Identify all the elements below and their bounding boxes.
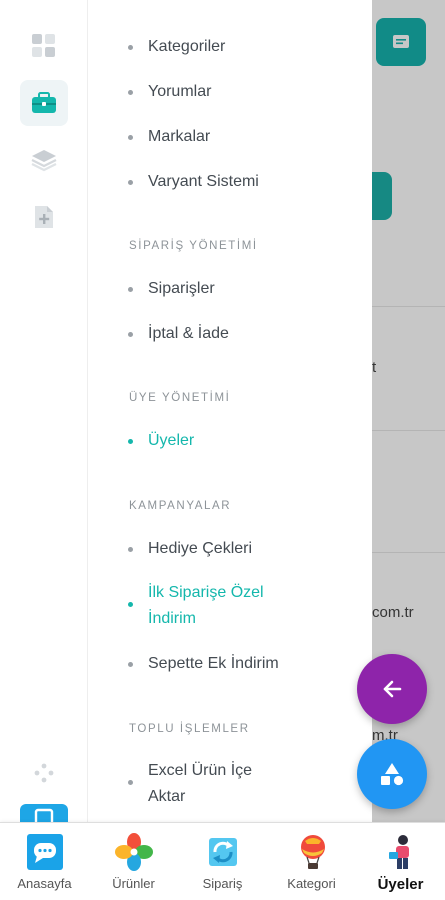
menu-item-label: Sepette Ek İndirim — [148, 655, 279, 672]
bullet-icon — [128, 90, 133, 95]
bullet-icon — [128, 332, 133, 337]
rail-item-add-page[interactable] — [20, 194, 68, 240]
layers-icon — [31, 150, 57, 172]
menu-item-sepette-ek-indirim[interactable]: Sepette Ek İndirim — [128, 651, 368, 677]
menu-item-label: İptal & İade — [148, 325, 229, 342]
nav-tab-label: Kategori — [287, 876, 336, 891]
bullet-icon — [128, 662, 133, 667]
shapes-icon — [381, 763, 404, 786]
menu-item-label: Excel Ürün İçe Aktar — [148, 758, 252, 810]
refresh-box-icon — [203, 832, 243, 872]
briefcase-icon — [32, 92, 56, 113]
menu-item-label-line: Aktar — [148, 788, 186, 805]
menu-item-kategoriler[interactable]: Kategoriler — [128, 34, 368, 60]
bullet-icon — [128, 602, 133, 607]
menu-item-label-line: İndirim — [148, 610, 197, 627]
bottom-navigation: Anasayfa Ürünler Sipariş Kategori Üyeler — [0, 822, 445, 900]
bullet-icon — [128, 45, 133, 50]
nav-tab-siparis[interactable]: Sipariş — [178, 823, 267, 900]
bullet-icon — [128, 439, 133, 444]
home-chat-icon — [25, 832, 65, 872]
section-title-siparis: SİPARİŞ YÖNETİMİ — [129, 240, 258, 252]
hot-air-balloon-icon — [292, 832, 332, 872]
shapes-fab-button[interactable] — [357, 739, 427, 809]
icon-rail — [0, 0, 88, 830]
section-title-uye: ÜYE YÖNETİMİ — [129, 392, 231, 404]
rail-item-settings[interactable] — [20, 750, 68, 796]
menu-item-label: Markalar — [148, 128, 211, 145]
arrow-left-icon — [383, 680, 402, 698]
menu-item-label: Varyant Sistemi — [148, 173, 259, 190]
nav-tab-urunler[interactable]: Ürünler — [89, 823, 178, 900]
bullet-icon — [128, 135, 133, 140]
menu-item-excel-urun-ice-aktar[interactable]: Excel Ürün İçe Aktar — [128, 758, 368, 810]
menu-item-markalar[interactable]: Markalar — [128, 124, 368, 150]
menu-item-varyant-sistemi[interactable]: Varyant Sistemi — [128, 169, 368, 195]
diamond-dots-icon — [34, 763, 54, 783]
menu-item-label: Siparişler — [148, 280, 215, 297]
menu-item-siparisler[interactable]: Siparişler — [128, 276, 368, 302]
section-title-kampanya: KAMPANYALAR — [129, 500, 232, 512]
menu-item-ilk-siparise-ozel-indirim[interactable]: İlk Siparişe Özel İndirim — [128, 580, 368, 632]
menu-item-label-line: İlk Siparişe Özel — [148, 584, 264, 601]
back-fab-button[interactable] — [357, 654, 427, 724]
dashboard-grid-icon — [32, 34, 55, 57]
section-title-toplu: TOPLU İŞLEMLER — [129, 723, 250, 735]
menu-item-label-line: Excel Ürün İçe — [148, 762, 253, 779]
menu-item-iptal-iade[interactable]: İptal & İade — [128, 321, 368, 347]
bullet-icon — [128, 287, 133, 292]
nav-tab-uyeler[interactable]: Üyeler — [356, 823, 445, 900]
nav-tab-label: Üyeler — [377, 876, 424, 893]
rail-item-catalog[interactable] — [20, 80, 68, 126]
bullet-icon — [128, 180, 133, 185]
menu-item-label: Hediye Çekleri — [148, 540, 253, 557]
menu-item-yorumlar[interactable]: Yorumlar — [128, 79, 368, 105]
nav-tab-anasayfa[interactable]: Anasayfa — [0, 823, 89, 900]
drawer-menu: Kategoriler Yorumlar Markalar Varyant Si… — [88, 0, 372, 822]
menu-item-uyeler[interactable]: Üyeler — [128, 428, 368, 454]
nav-tab-label: Anasayfa — [17, 876, 72, 891]
menu-item-label: Yorumlar — [148, 83, 212, 100]
nav-tab-label: Ürünler — [112, 876, 155, 891]
rail-item-layers[interactable] — [20, 137, 68, 183]
add-document-icon — [35, 206, 53, 228]
menu-item-label: İlk Siparişe Özel İndirim — [148, 580, 264, 632]
nav-tab-label: Sipariş — [202, 876, 243, 891]
bullet-icon — [128, 780, 133, 785]
rail-item-dashboard[interactable] — [20, 23, 68, 69]
person-icon — [381, 832, 421, 872]
menu-item-hediye-cekleri[interactable]: Hediye Çekleri — [128, 536, 368, 562]
nav-tab-kategori[interactable]: Kategori — [267, 823, 356, 900]
menu-item-label: Üyeler — [148, 432, 195, 449]
menu-item-label: Kategoriler — [148, 38, 226, 55]
colorful-pinwheel-icon — [114, 832, 154, 872]
bullet-icon — [128, 547, 133, 552]
